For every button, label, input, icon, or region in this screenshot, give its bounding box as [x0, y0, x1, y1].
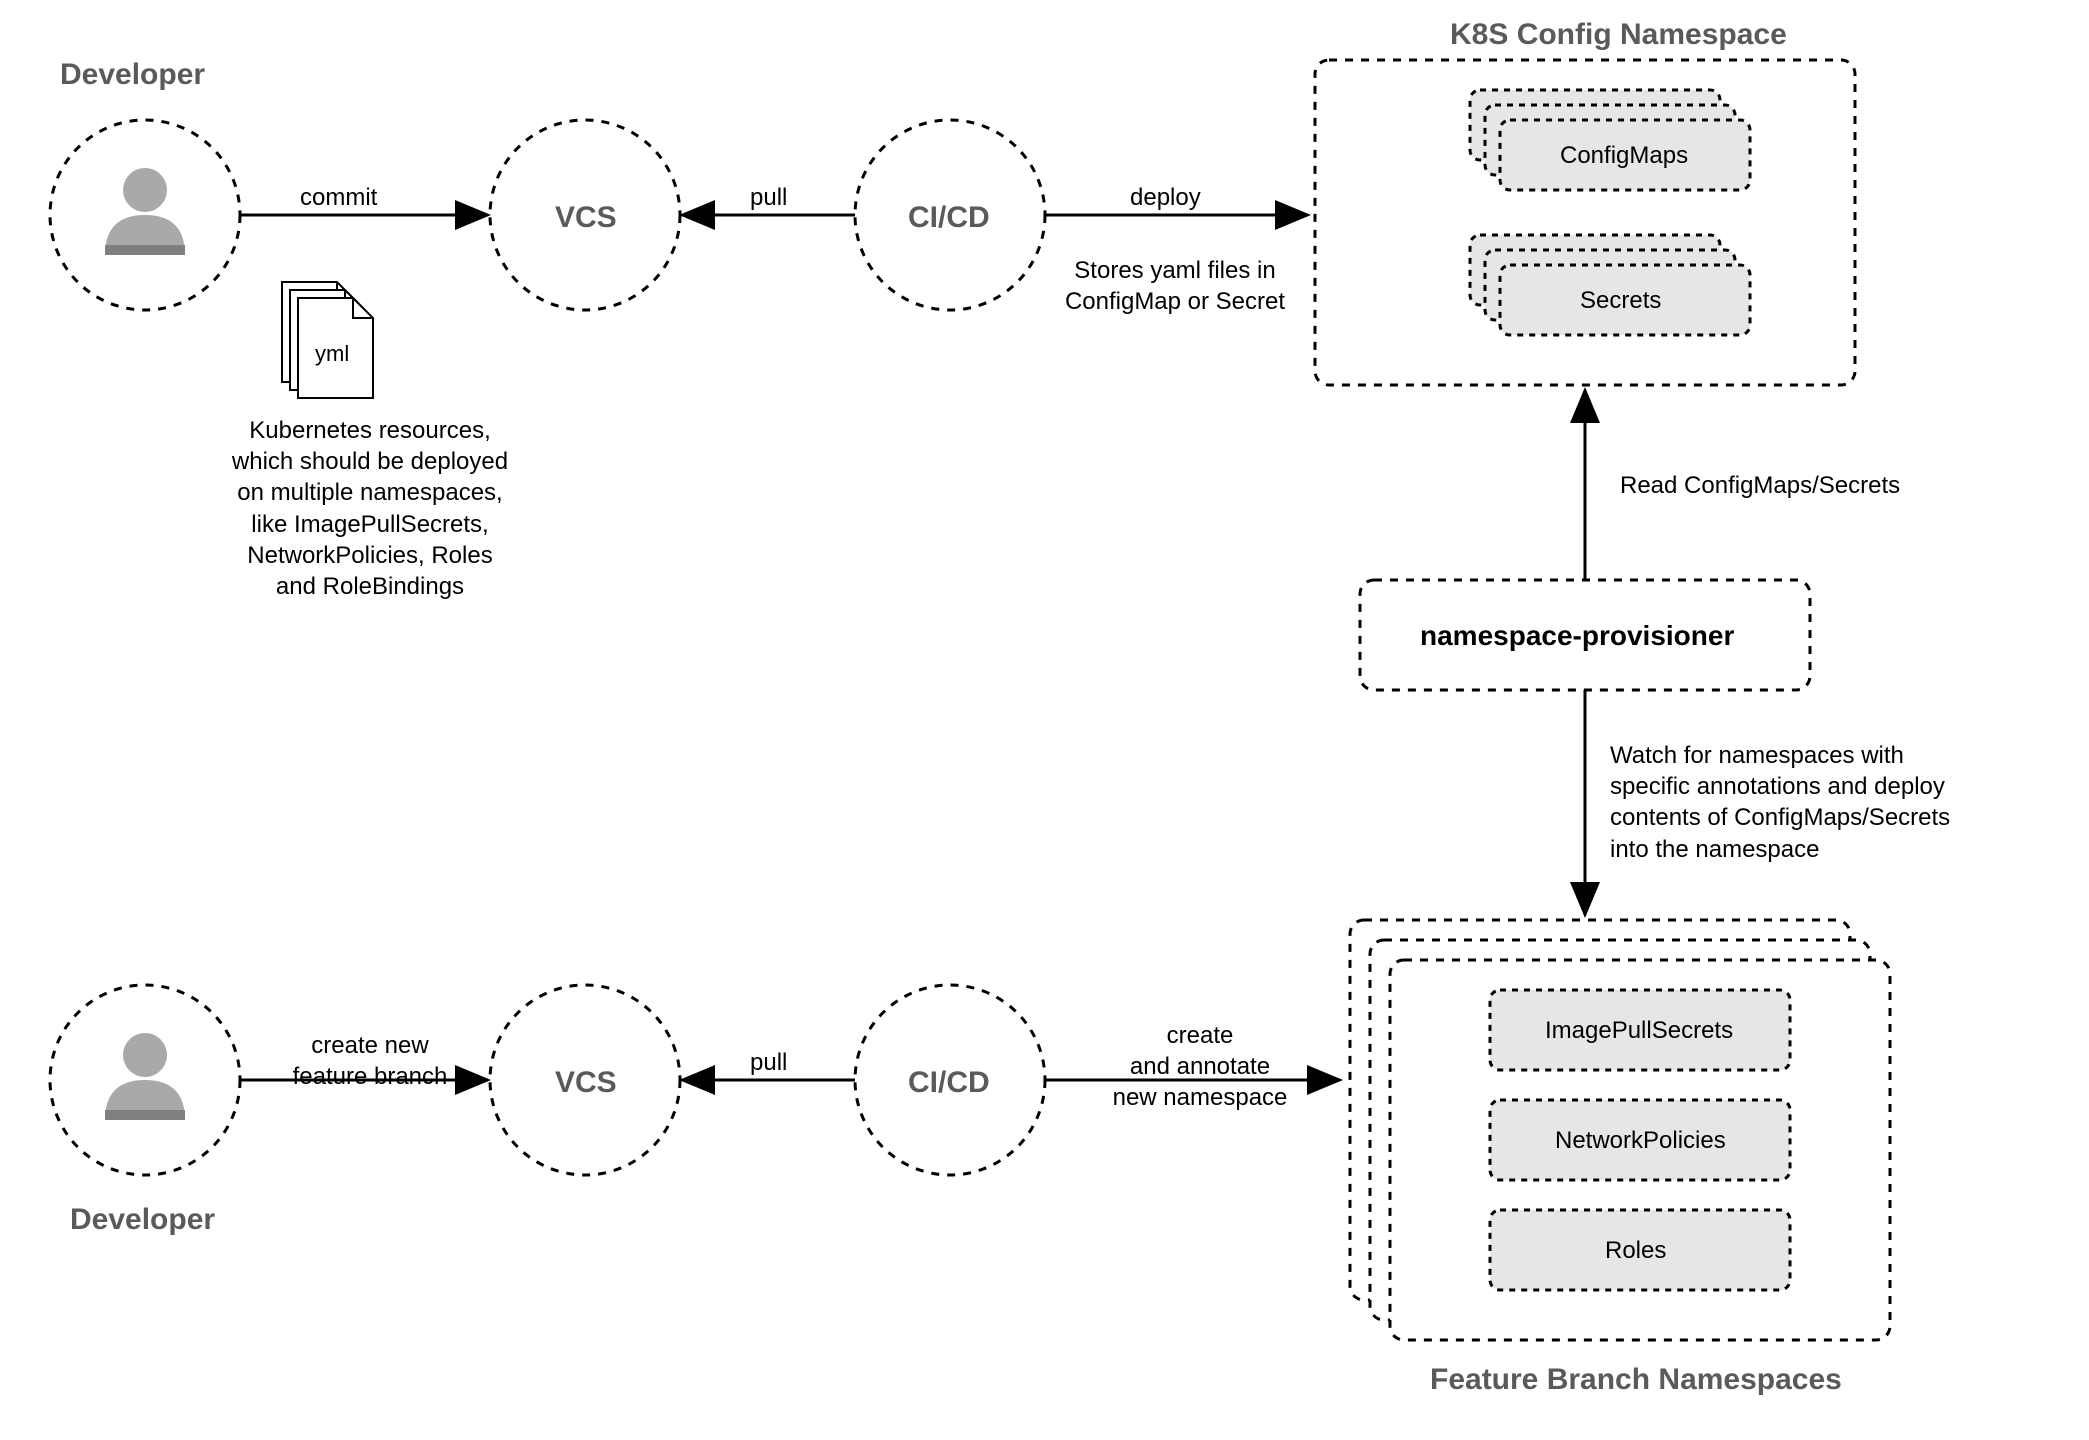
diagram-canvas: Developer Developer VCS CI/CD VCS CI/CD … — [0, 0, 2089, 1440]
vcs-top-label: VCS — [555, 198, 617, 237]
feature-branch-title: Feature Branch Namespaces — [1430, 1360, 1842, 1399]
person-icon — [105, 1033, 185, 1120]
cicd-top-label: CI/CD — [908, 198, 990, 237]
secrets-label: Secrets — [1580, 285, 1661, 316]
networkpolicies-label: NetworkPolicies — [1555, 1125, 1726, 1156]
yml-description: Kubernetes resources, which should be de… — [220, 415, 520, 602]
vcs-bottom-label: VCS — [555, 1063, 617, 1102]
label-pull-top: pull — [750, 182, 787, 213]
label-pull-bottom: pull — [750, 1047, 787, 1078]
roles-label: Roles — [1605, 1235, 1666, 1266]
label-create-namespace: create and annotate new namespace — [1095, 1020, 1305, 1114]
yml-file-label: yml — [315, 340, 349, 369]
label-watch-namespaces: Watch for namespaces with specific annot… — [1610, 740, 1970, 865]
namespace-provisioner-label: namespace-provisioner — [1420, 618, 1734, 654]
diagram-svg — [0, 0, 2089, 1440]
label-deploy: deploy — [1130, 182, 1201, 213]
label-read-configmaps: Read ConfigMaps/Secrets — [1620, 470, 1900, 501]
label-create-branch: create new feature branch — [280, 1030, 460, 1092]
person-icon — [105, 168, 185, 255]
developer-bottom-label: Developer — [70, 1200, 215, 1239]
label-commit: commit — [300, 182, 377, 213]
k8s-config-title: K8S Config Namespace — [1450, 15, 1787, 54]
developer-top-label: Developer — [60, 55, 205, 94]
cicd-bottom-label: CI/CD — [908, 1063, 990, 1102]
configmaps-label: ConfigMaps — [1560, 140, 1688, 171]
imagepullsecrets-label: ImagePullSecrets — [1545, 1015, 1733, 1046]
label-deploy-note: Stores yaml files in ConfigMap or Secret — [1060, 255, 1290, 317]
